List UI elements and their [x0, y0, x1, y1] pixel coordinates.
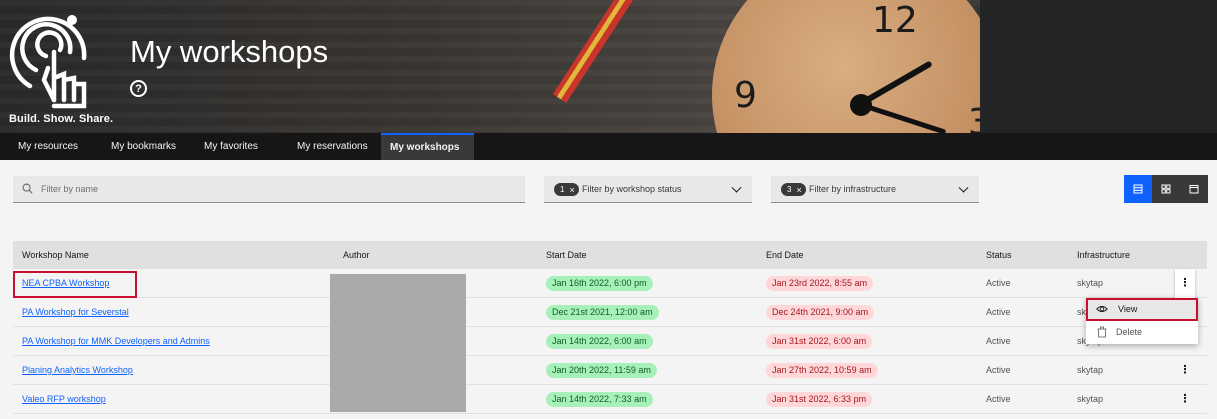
infrastructure-text: skytap	[1077, 365, 1104, 375]
tab-bar: My resources My bookmarks My favorites M…	[0, 133, 1217, 160]
tab-my-favorites[interactable]: My favorites	[186, 133, 279, 160]
status-text: Active	[986, 394, 1011, 404]
clock-decoration: 12 9 3	[712, 0, 1002, 133]
tab-my-reservations[interactable]: My reservations	[279, 133, 372, 160]
status-text: Active	[986, 307, 1011, 317]
status-dropdown-label: Filter by workshop status	[582, 184, 682, 194]
tab-my-resources[interactable]: My resources	[0, 133, 93, 160]
status-text: Active	[986, 336, 1011, 346]
end-date-pill: Jan 27th 2022, 10:59 am	[766, 363, 878, 378]
chevron-down-icon	[731, 182, 742, 193]
clock-numeral: 9	[734, 75, 757, 116]
workshop-name-link[interactable]: Valeo RFP workshop	[22, 385, 106, 414]
start-date-pill: Dec 21st 2021, 12:00 am	[546, 305, 659, 320]
infrastructure-dropdown-label: Filter by infrastructure	[809, 184, 897, 194]
infrastructure-dropdown[interactable]: 3 × Filter by infrastructure	[771, 176, 979, 203]
status-text: Active	[986, 365, 1011, 375]
close-icon[interactable]: ×	[569, 185, 574, 195]
overflow-menu-icon[interactable]: ⋮	[1175, 385, 1195, 414]
search-field	[13, 176, 525, 203]
page-title: My workshops	[130, 34, 329, 69]
table-header: Workshop Name Author Start Date End Date…	[13, 241, 1207, 269]
infrastructure-filter-count: 3	[787, 185, 792, 194]
table-row: PA Workshop for MMK Developers and Admin…	[13, 327, 1207, 356]
infrastructure-text: skytap	[1077, 394, 1104, 404]
header-workshop-name[interactable]: Workshop Name	[22, 241, 89, 269]
workshops-table: Workshop Name Author Start Date End Date…	[13, 241, 1207, 414]
start-date-pill: Jan 14th 2022, 7:33 am	[546, 392, 653, 407]
end-date-pill: Jan 23rd 2022, 8:55 am	[766, 276, 874, 291]
trash-icon	[1097, 326, 1107, 338]
list-view-button[interactable]	[1124, 175, 1152, 203]
view-label: View	[1118, 304, 1138, 314]
highlight-box	[13, 271, 137, 298]
header-start-date[interactable]: Start Date	[546, 241, 587, 269]
end-date-pill: Jan 31st 2022, 6:00 am	[766, 334, 873, 349]
clock-hand	[859, 102, 947, 133]
status-text: Active	[986, 278, 1011, 288]
grid-view-button[interactable]	[1152, 175, 1180, 203]
row-overflow-menu: View Delete	[1086, 298, 1198, 344]
status-filter-tag[interactable]: 1 ×	[554, 183, 579, 196]
table-row: PA Workshop for Severstal Dec 21st 2021,…	[13, 298, 1207, 327]
list-view-icon	[1133, 184, 1143, 194]
grid-view-icon	[1161, 184, 1171, 194]
table-row: Valeo RFP workshop Jan 14th 2022, 7:33 a…	[13, 385, 1207, 414]
view-menu-item[interactable]: View	[1086, 298, 1198, 321]
tab-my-workshops[interactable]: My workshops	[381, 133, 474, 160]
overflow-menu-icon[interactable]: ⋮	[1175, 356, 1195, 385]
header-infrastructure[interactable]: Infrastructure	[1077, 241, 1130, 269]
clock-hand	[860, 60, 933, 106]
header-end-date[interactable]: End Date	[766, 241, 804, 269]
start-date-pill: Jan 16th 2022, 6:00 pm	[546, 276, 653, 291]
header-author[interactable]: Author	[343, 241, 370, 269]
delete-menu-item[interactable]: Delete	[1086, 321, 1198, 344]
workshop-name-link[interactable]: Planing Analytics Workshop	[22, 356, 133, 385]
redacted-author-block	[330, 274, 466, 412]
search-input[interactable]	[41, 176, 511, 202]
infrastructure-filter-tag[interactable]: 3 ×	[781, 183, 806, 196]
help-icon[interactable]: ?	[130, 80, 147, 97]
end-date-pill: Dec 24th 2021, 9:00 am	[766, 305, 875, 320]
search-icon	[22, 183, 33, 194]
calendar-decoration	[980, 0, 1217, 133]
header-status[interactable]: Status	[986, 241, 1012, 269]
close-icon[interactable]: ×	[796, 185, 801, 195]
status-filter-count: 1	[560, 185, 565, 194]
clock-numeral: 12	[872, 0, 918, 41]
calendar-icon	[1189, 185, 1199, 194]
chevron-down-icon	[958, 182, 969, 193]
infrastructure-text: skytap	[1077, 278, 1104, 288]
overflow-menu-icon[interactable]: ⋮	[1175, 269, 1195, 298]
table-row: NEA CPBA Workshop Jan 16th 2022, 6:00 pm…	[13, 269, 1207, 298]
start-date-pill: Jan 14th 2022, 6:00 am	[546, 334, 653, 349]
delete-label: Delete	[1116, 327, 1143, 337]
workshop-name-link[interactable]: PA Workshop for Severstal	[22, 298, 129, 327]
hero-banner: 12 9 3 Build. Show. Share. My workshops …	[0, 0, 1217, 133]
calendar-view-button[interactable]	[1180, 175, 1208, 203]
clock-center	[850, 94, 872, 116]
workshop-status-dropdown[interactable]: 1 × Filter by workshop status	[544, 176, 752, 203]
start-date-pill: Jan 20th 2022, 11:59 am	[546, 363, 657, 378]
end-date-pill: Jan 31st 2022, 6:33 pm	[766, 392, 873, 407]
tagline: Build. Show. Share.	[9, 113, 114, 125]
eye-icon	[1096, 305, 1108, 313]
table-row: Planing Analytics Workshop Jan 20th 2022…	[13, 356, 1207, 385]
workshop-name-link[interactable]: PA Workshop for MMK Developers and Admin…	[22, 327, 210, 356]
tab-my-bookmarks[interactable]: My bookmarks	[93, 133, 186, 160]
logo	[8, 8, 108, 128]
touch-logo-icon	[9, 15, 87, 109]
view-switcher	[1124, 175, 1208, 203]
